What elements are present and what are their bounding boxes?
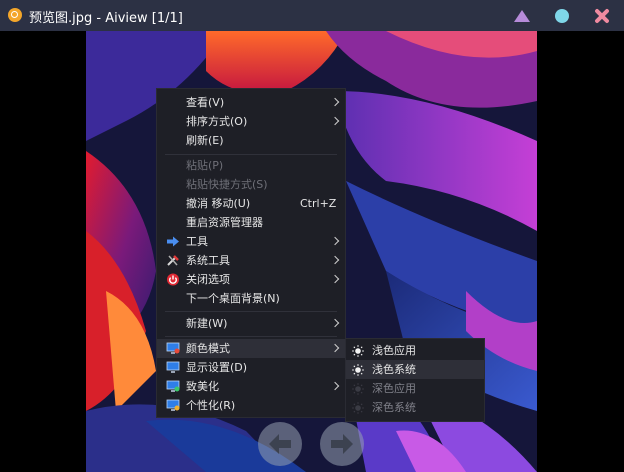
menu-item-view[interactable]: 查看(V): [157, 93, 345, 112]
menu-item-system-tools[interactable]: 系统工具: [157, 251, 345, 270]
menu-item-restart-explorer[interactable]: 重启资源管理器: [157, 213, 345, 232]
title-bar[interactable]: 预览图.jpg - Aiview [1/1]: [0, 0, 624, 31]
submenu-item-dark-system[interactable]: 深色系统: [346, 398, 484, 417]
chevron-right-icon: [330, 116, 340, 126]
menu-separator: [165, 154, 337, 155]
submenu-item-light-apps[interactable]: 浅色应用: [346, 341, 484, 360]
menu-item-personalize[interactable]: 个性化(R): [157, 396, 345, 415]
arrow-left-icon: [269, 434, 291, 454]
menu-item-refresh[interactable]: 刷新(E): [157, 131, 345, 150]
sun-icon: [352, 383, 364, 395]
chevron-right-icon: [330, 318, 340, 328]
menu-separator: [165, 311, 337, 312]
chevron-right-icon: [330, 381, 340, 391]
sun-icon: [352, 364, 364, 376]
menu-item-new[interactable]: 新建(W): [157, 314, 345, 333]
menu-item-color-mode[interactable]: 颜色模式: [157, 339, 345, 358]
power-icon: [167, 273, 179, 286]
chevron-right-icon: [330, 255, 340, 265]
sun-icon: [352, 345, 364, 357]
submenu-item-dark-apps[interactable]: 深色应用: [346, 379, 484, 398]
submenu-item-light-system[interactable]: 浅色系统: [346, 360, 484, 379]
menu-separator: [165, 336, 337, 337]
menu-item-sort[interactable]: 排序方式(O): [157, 112, 345, 131]
monitor-icon: [166, 399, 180, 411]
context-menu: 查看(V) 排序方式(O) 刷新(E) 粘贴(P) 粘贴快捷方式(S) 撤消 移…: [156, 88, 346, 418]
chevron-right-icon: [330, 236, 340, 246]
previous-image-button[interactable]: [258, 422, 302, 466]
color-mode-submenu: 浅色应用 浅色系统 深色应用 深色系统: [345, 338, 485, 422]
menu-item-beautify[interactable]: 致美化: [157, 377, 345, 396]
search-icon: [8, 8, 22, 22]
minimize-button[interactable]: [513, 7, 531, 25]
maximize-button[interactable]: [553, 7, 571, 25]
menu-item-display-settings[interactable]: 显示设置(D): [157, 358, 345, 377]
chevron-right-icon: [330, 343, 340, 353]
shortcut-label: Ctrl+Z: [300, 197, 337, 210]
menu-item-undo-move[interactable]: 撤消 移动(U) Ctrl+Z: [157, 194, 345, 213]
menu-item-close-options[interactable]: 关闭选项: [157, 270, 345, 289]
arrow-right-icon: [167, 236, 179, 247]
close-button[interactable]: [593, 7, 611, 25]
window-title: 预览图.jpg - Aiview [1/1]: [29, 11, 183, 26]
tools-icon: [167, 255, 179, 266]
menu-item-next-background[interactable]: 下一个桌面背景(N): [157, 289, 345, 308]
monitor-icon: [166, 361, 180, 373]
arrow-right-icon: [331, 434, 353, 454]
chevron-right-icon: [330, 274, 340, 284]
monitor-icon: [166, 380, 180, 392]
menu-item-paste-shortcut[interactable]: 粘贴快捷方式(S): [157, 175, 345, 194]
chevron-right-icon: [330, 97, 340, 107]
next-image-button[interactable]: [320, 422, 364, 466]
sun-icon: [352, 402, 364, 414]
menu-item-paste[interactable]: 粘贴(P): [157, 156, 345, 175]
menu-item-tools[interactable]: 工具: [157, 232, 345, 251]
monitor-icon: [166, 342, 180, 354]
